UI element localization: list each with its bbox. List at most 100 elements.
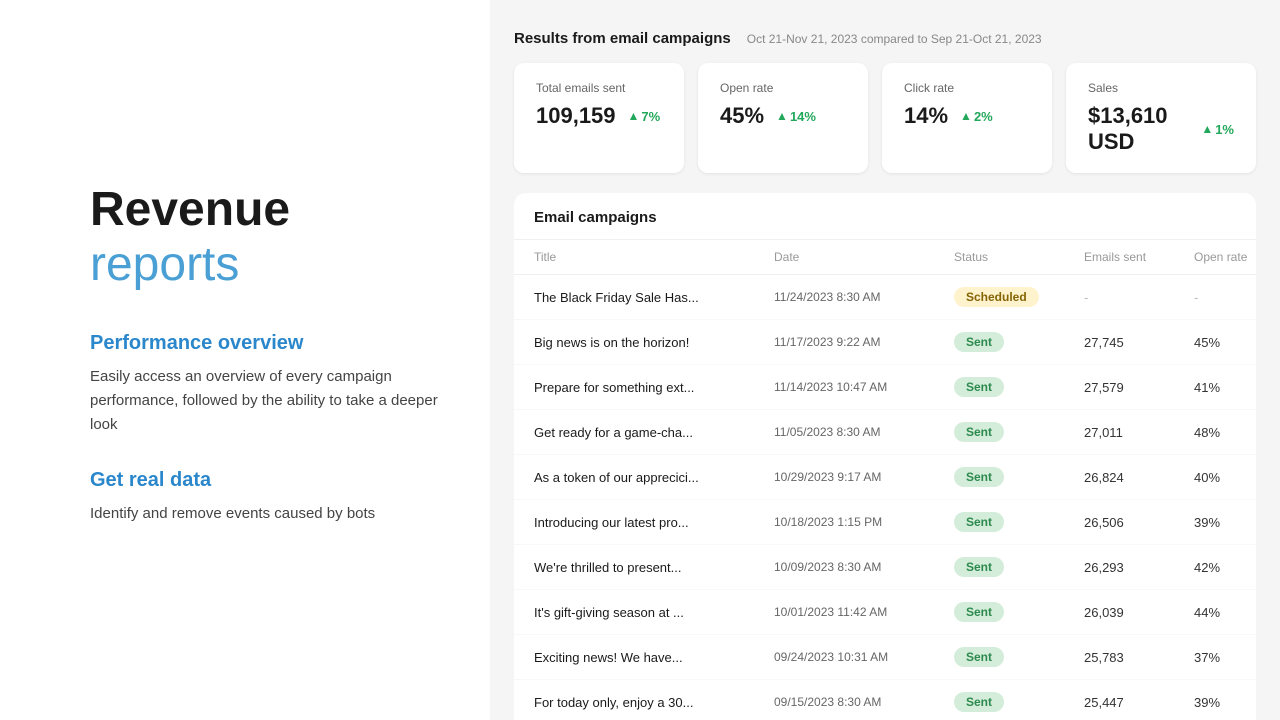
section-performance-heading: Performance overview: [90, 332, 450, 355]
results-date: Oct 21-Nov 21, 2023 compared to Sep 21-O…: [747, 32, 1042, 46]
cell-date-6: 10/09/2023 8:30 AM: [774, 560, 954, 574]
cell-status-4: Sent: [954, 467, 1084, 487]
cell-emails-9: 25,447: [1084, 695, 1194, 710]
table-row[interactable]: We're thrilled to present... 10/09/2023 …: [514, 545, 1256, 590]
table-row[interactable]: Big news is on the horizon! 11/17/2023 9…: [514, 320, 1256, 365]
right-panel: Results from email campaigns Oct 21-Nov …: [490, 0, 1280, 720]
stat-label-2: Click rate: [904, 81, 1030, 95]
cell-open-rate-8: 37%: [1194, 650, 1256, 665]
cell-date-4: 10/29/2023 9:17 AM: [774, 470, 954, 484]
table-row[interactable]: As a token of our apprecici... 10/29/202…: [514, 455, 1256, 500]
table-header-row: Email campaigns: [514, 193, 1256, 240]
status-badge-1: Sent: [954, 332, 1004, 352]
section-performance-body: Easily access an overview of every campa…: [90, 365, 450, 437]
section-real-data-body: Identify and remove events caused by bot…: [90, 502, 450, 526]
cell-open-rate-4: 40%: [1194, 470, 1256, 485]
table-row[interactable]: For today only, enjoy a 30... 09/15/2023…: [514, 680, 1256, 720]
cell-date-3: 11/05/2023 8:30 AM: [774, 425, 954, 439]
status-badge-5: Sent: [954, 512, 1004, 532]
cell-open-rate-1: 45%: [1194, 335, 1256, 350]
cell-emails-0: -: [1084, 290, 1194, 305]
arrow-icon-0: ▲: [628, 109, 640, 123]
left-panel: Revenue reports Performance overview Eas…: [0, 0, 490, 720]
cell-status-5: Sent: [954, 512, 1084, 532]
col-header-4: Open rate: [1194, 250, 1256, 264]
cell-emails-4: 26,824: [1084, 470, 1194, 485]
cell-title-8: Exciting news! We have...: [534, 650, 774, 665]
cell-title-5: Introducing our latest pro...: [534, 515, 774, 530]
cell-status-1: Sent: [954, 332, 1084, 352]
table-body: The Black Friday Sale Has... 11/24/2023 …: [514, 275, 1256, 720]
results-header: Results from email campaigns Oct 21-Nov …: [490, 30, 1280, 63]
stats-row: Total emails sent 109,159 ▲ 7% Open rate…: [490, 63, 1280, 193]
cell-open-rate-2: 41%: [1194, 380, 1256, 395]
stat-label-1: Open rate: [720, 81, 846, 95]
hero-word1: Revenue: [90, 183, 290, 236]
table-row[interactable]: The Black Friday Sale Has... 11/24/2023 …: [514, 275, 1256, 320]
arrow-icon-1: ▲: [776, 109, 788, 123]
cell-title-4: As a token of our apprecici...: [534, 470, 774, 485]
stat-card-0: Total emails sent 109,159 ▲ 7%: [514, 63, 684, 173]
stat-change-3: ▲ 1%: [1201, 122, 1234, 137]
stat-label-3: Sales: [1088, 81, 1234, 95]
stat-change-1: ▲ 14%: [776, 109, 816, 124]
cell-status-7: Sent: [954, 602, 1084, 622]
stat-value-0: 109,159: [536, 103, 616, 129]
results-title: Results from email campaigns: [514, 30, 731, 47]
hero-word2: reports: [90, 238, 239, 291]
cell-open-rate-5: 39%: [1194, 515, 1256, 530]
stat-change-0: ▲ 7%: [628, 109, 661, 124]
cell-status-3: Sent: [954, 422, 1084, 442]
cell-open-rate-9: 39%: [1194, 695, 1256, 710]
cell-emails-3: 27,011: [1084, 425, 1194, 440]
col-header-3: Emails sent: [1084, 250, 1194, 264]
col-headers: TitleDateStatusEmails sentOpen rateClick…: [514, 240, 1256, 275]
cell-title-2: Prepare for something ext...: [534, 380, 774, 395]
status-badge-3: Sent: [954, 422, 1004, 442]
table-row[interactable]: It's gift-giving season at ... 10/01/202…: [514, 590, 1256, 635]
stat-value-3: $13,610 USD: [1088, 103, 1189, 155]
section-real-data-heading: Get real data: [90, 469, 450, 492]
arrow-icon-2: ▲: [960, 109, 972, 123]
status-badge-7: Sent: [954, 602, 1004, 622]
cell-open-rate-3: 48%: [1194, 425, 1256, 440]
table-row[interactable]: Prepare for something ext... 11/14/2023 …: [514, 365, 1256, 410]
stat-card-2: Click rate 14% ▲ 2%: [882, 63, 1052, 173]
stat-value-2: 14%: [904, 103, 948, 129]
status-badge-6: Sent: [954, 557, 1004, 577]
col-header-0: Title: [534, 250, 774, 264]
hero-title: Revenue reports: [90, 182, 450, 292]
section-real-data: Get real data Identify and remove events…: [90, 469, 450, 526]
cell-title-3: Get ready for a game-cha...: [534, 425, 774, 440]
cell-open-rate-7: 44%: [1194, 605, 1256, 620]
cell-date-8: 09/24/2023 10:31 AM: [774, 650, 954, 664]
col-header-1: Date: [774, 250, 954, 264]
stat-card-1: Open rate 45% ▲ 14%: [698, 63, 868, 173]
stat-change-2: ▲ 2%: [960, 109, 993, 124]
cell-date-2: 11/14/2023 10:47 AM: [774, 380, 954, 394]
cell-title-1: Big news is on the horizon!: [534, 335, 774, 350]
cell-emails-8: 25,783: [1084, 650, 1194, 665]
cell-emails-5: 26,506: [1084, 515, 1194, 530]
cell-open-rate-6: 42%: [1194, 560, 1256, 575]
col-header-2: Status: [954, 250, 1084, 264]
cell-emails-2: 27,579: [1084, 380, 1194, 395]
cell-date-7: 10/01/2023 11:42 AM: [774, 605, 954, 619]
table-row[interactable]: Introducing our latest pro... 10/18/2023…: [514, 500, 1256, 545]
status-badge-8: Sent: [954, 647, 1004, 667]
cell-emails-1: 27,745: [1084, 335, 1194, 350]
cell-date-5: 10/18/2023 1:15 PM: [774, 515, 954, 529]
cell-date-1: 11/17/2023 9:22 AM: [774, 335, 954, 349]
cell-title-7: It's gift-giving season at ...: [534, 605, 774, 620]
cell-title-6: We're thrilled to present...: [534, 560, 774, 575]
cell-date-9: 09/15/2023 8:30 AM: [774, 695, 954, 709]
cell-title-9: For today only, enjoy a 30...: [534, 695, 774, 710]
status-badge-9: Sent: [954, 692, 1004, 712]
cell-title-0: The Black Friday Sale Has...: [534, 290, 774, 305]
table-row[interactable]: Exciting news! We have... 09/24/2023 10:…: [514, 635, 1256, 680]
stat-value-1: 45%: [720, 103, 764, 129]
cell-status-8: Sent: [954, 647, 1084, 667]
status-badge-0: Scheduled: [954, 287, 1039, 307]
table-row[interactable]: Get ready for a game-cha... 11/05/2023 8…: [514, 410, 1256, 455]
cell-date-0: 11/24/2023 8:30 AM: [774, 290, 954, 304]
